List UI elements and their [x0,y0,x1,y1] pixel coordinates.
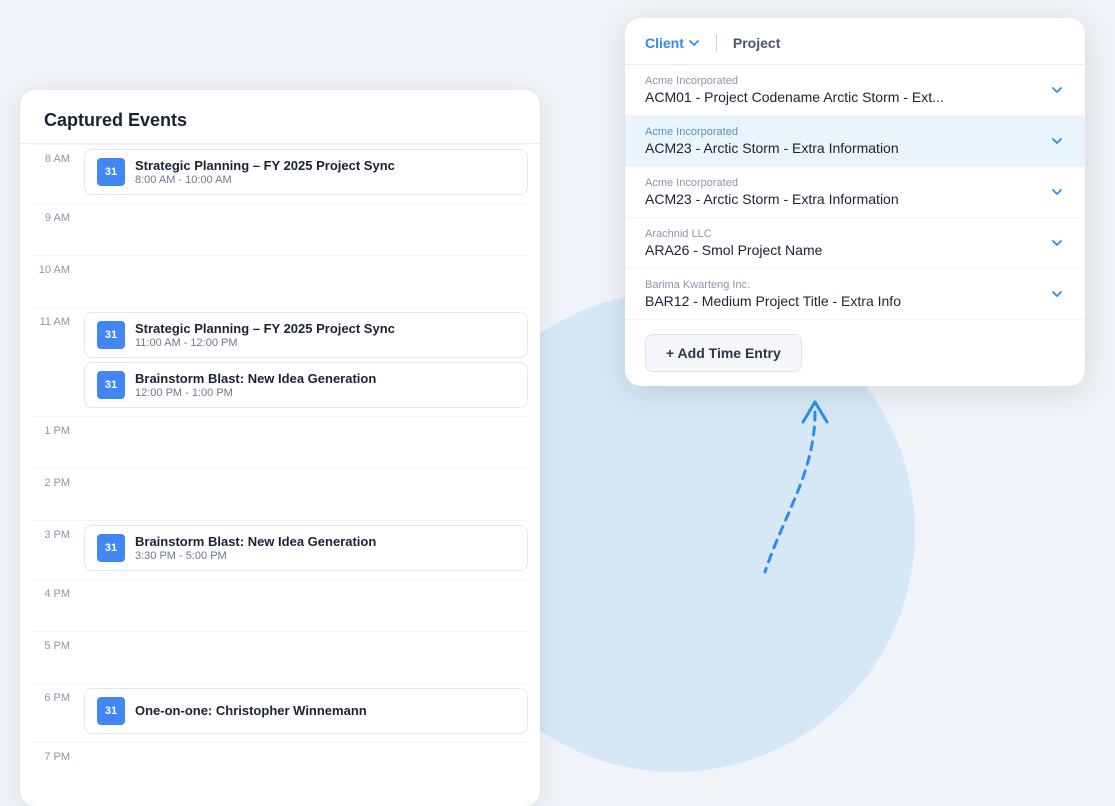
event-details-1: Strategic Planning – FY 2025 Project Syn… [135,158,395,186]
time-content-4pm [80,580,528,588]
event-card-5[interactable]: 31 One-on-one: Christopher Winnemann [84,688,528,734]
dropdown-item-content-4: Arachnid LLC ARA26 - Smol Project Name [645,228,822,258]
time-content-7pm [80,743,528,751]
tab-client[interactable]: Client [645,35,700,51]
time-label-7pm: 7 PM [32,743,80,763]
chevron-down-icon-4 [1049,235,1065,251]
event-time-3: 12:00 PM - 1:00 PM [135,387,376,399]
dropdown-item-project-1: ACM01 - Project Codename Arctic Storm - … [645,89,944,105]
dropdown-item-client-3: Acme Incorporated [645,177,899,189]
time-row-10am: 10 AM [32,255,528,307]
calendar-icon-3: 31 [97,371,125,399]
event-card-3[interactable]: 31 Brainstorm Blast: New Idea Generation… [84,362,528,408]
chevron-down-icon-3 [1049,184,1065,200]
dropdown-item-5[interactable]: Barima Kwarteng Inc. BAR12 - Medium Proj… [625,269,1085,320]
event-time-1: 8:00 AM - 10:00 AM [135,174,395,186]
dropdown-header: Client Project [625,18,1085,65]
dashed-arrow-container [755,392,875,612]
time-label-5pm: 5 PM [32,632,80,652]
time-row-6pm: 6 PM 31 One-on-one: Christopher Winneman… [32,683,528,742]
calendar-icon-2: 31 [97,321,125,349]
dropdown-item-2[interactable]: Acme Incorporated ACM23 - Arctic Storm -… [625,116,1085,167]
time-label-3pm: 3 PM [32,521,80,541]
dropdown-item-content-5: Barima Kwarteng Inc. BAR12 - Medium Proj… [645,279,901,309]
event-card-2[interactable]: 31 Strategic Planning – FY 2025 Project … [84,312,528,358]
time-content-11am: 31 Strategic Planning – FY 2025 Project … [80,308,528,416]
chevron-down-icon-1 [1049,82,1065,98]
calendar-body: 8 AM 31 Strategic Planning – FY 2025 Pro… [20,144,540,794]
time-content-9am [80,204,528,212]
time-content-10am [80,256,528,264]
dropdown-list: Acme Incorporated ACM01 - Project Codena… [625,65,1085,320]
tab-client-label: Client [645,35,684,51]
time-label-10am: 10 AM [32,256,80,276]
time-label-9am: 9 AM [32,204,80,224]
time-row-9am: 9 AM [32,203,528,255]
time-label-11am: 11 AM [32,308,80,328]
event-time-2: 11:00 AM - 12:00 PM [135,337,395,349]
calendar-icon-1: 31 [97,158,125,186]
dropdown-item-client-2: Acme Incorporated [645,126,899,138]
event-details-2: Strategic Planning – FY 2025 Project Syn… [135,321,395,349]
time-content-6pm: 31 One-on-one: Christopher Winnemann [80,684,528,742]
dropdown-item-client-4: Arachnid LLC [645,228,822,240]
dropdown-item-content-3: Acme Incorporated ACM23 - Arctic Storm -… [645,177,899,207]
dropdown-item-client-1: Acme Incorporated [645,75,944,87]
dashed-arrow-svg [755,392,875,612]
chevron-down-icon-client [688,37,700,49]
time-content-5pm [80,632,528,640]
panel-title: Captured Events [44,110,187,130]
chevron-down-icon-2 [1049,133,1065,149]
time-content-1pm [80,417,528,425]
dropdown-item-project-4: ARA26 - Smol Project Name [645,242,822,258]
event-title-5: One-on-one: Christopher Winnemann [135,703,367,718]
time-row-8am: 8 AM 31 Strategic Planning – FY 2025 Pro… [32,144,528,203]
time-row-11am: 11 AM 31 Strategic Planning – FY 2025 Pr… [32,307,528,416]
event-card-1[interactable]: 31 Strategic Planning – FY 2025 Project … [84,149,528,195]
event-title-4: Brainstorm Blast: New Idea Generation [135,534,376,549]
time-row-2pm: 2 PM [32,468,528,520]
tab-divider [716,34,717,52]
dropdown-item-3[interactable]: Acme Incorporated ACM23 - Arctic Storm -… [625,167,1085,218]
time-label-2pm: 2 PM [32,469,80,489]
dropdown-panel: Client Project Acme Incorporated ACM01 -… [625,18,1085,386]
time-row-7pm: 7 PM [32,742,528,794]
dropdown-item-content-2: Acme Incorporated ACM23 - Arctic Storm -… [645,126,899,156]
calendar-icon-5: 31 [97,697,125,725]
event-title-2: Strategic Planning – FY 2025 Project Syn… [135,321,395,336]
dropdown-item-client-5: Barima Kwarteng Inc. [645,279,901,291]
calendar-icon-4: 31 [97,534,125,562]
event-title-3: Brainstorm Blast: New Idea Generation [135,371,376,386]
time-content-8am: 31 Strategic Planning – FY 2025 Project … [80,145,528,203]
time-row-4pm: 4 PM [32,579,528,631]
time-row-5pm: 5 PM [32,631,528,683]
tab-project-label: Project [733,35,780,51]
chevron-down-icon-5 [1049,286,1065,302]
dropdown-item-4[interactable]: Arachnid LLC ARA26 - Smol Project Name [625,218,1085,269]
event-details-4: Brainstorm Blast: New Idea Generation 3:… [135,534,376,562]
time-label-8am: 8 AM [32,145,80,165]
event-details-5: One-on-one: Christopher Winnemann [135,703,367,719]
time-row-3pm: 3 PM 31 Brainstorm Blast: New Idea Gener… [32,520,528,579]
event-time-4: 3:30 PM - 5:00 PM [135,550,376,562]
time-label-1pm: 1 PM [32,417,80,437]
dropdown-item-project-2: ACM23 - Arctic Storm - Extra Information [645,140,899,156]
time-label-6pm: 6 PM [32,684,80,704]
panel-header: Captured Events [20,90,540,144]
event-title-1: Strategic Planning – FY 2025 Project Syn… [135,158,395,173]
dropdown-item-1[interactable]: Acme Incorporated ACM01 - Project Codena… [625,65,1085,116]
time-content-3pm: 31 Brainstorm Blast: New Idea Generation… [80,521,528,579]
dropdown-item-content-1: Acme Incorporated ACM01 - Project Codena… [645,75,944,105]
tab-project[interactable]: Project [733,35,780,51]
captured-events-panel: Captured Events 8 AM 31 Strategic Planni… [20,90,540,806]
event-card-4[interactable]: 31 Brainstorm Blast: New Idea Generation… [84,525,528,571]
time-label-4pm: 4 PM [32,580,80,600]
event-details-3: Brainstorm Blast: New Idea Generation 12… [135,371,376,399]
dropdown-item-project-3: ACM23 - Arctic Storm - Extra Information [645,191,899,207]
dropdown-item-project-5: BAR12 - Medium Project Title - Extra Inf… [645,293,901,309]
time-content-2pm [80,469,528,477]
time-row-1pm: 1 PM [32,416,528,468]
add-time-entry-button[interactable]: + Add Time Entry [645,334,802,372]
